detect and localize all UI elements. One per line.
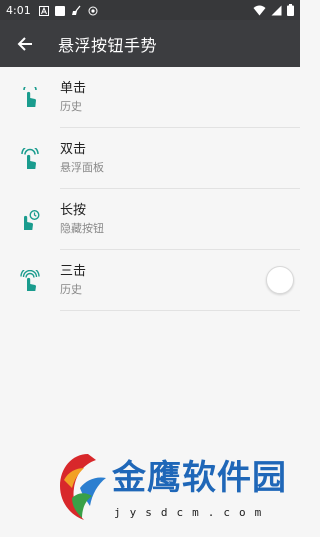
gesture-action: 隐藏按钮 <box>60 222 104 235</box>
gesture-action: 历史 <box>60 100 82 113</box>
status-time: 4:01 <box>6 3 31 17</box>
gesture-title: 双击 <box>60 142 87 157</box>
divider <box>60 310 300 311</box>
gesture-item-single-tap[interactable]: 单击 历史 <box>0 67 300 128</box>
back-arrow-icon[interactable] <box>12 31 38 57</box>
long-press-icon <box>18 208 42 232</box>
wifi-icon <box>253 1 266 20</box>
gesture-item-double-tap[interactable]: 双击 悬浮面板 <box>0 128 300 189</box>
floating-toggle-circle[interactable] <box>266 266 294 294</box>
gesture-item-triple-tap[interactable]: 三击 历史 <box>0 250 300 311</box>
broom-icon <box>71 1 82 20</box>
notification-a-icon <box>38 1 49 20</box>
battery-icon <box>287 1 294 20</box>
eagle-logo-icon <box>50 440 110 533</box>
page-title: 悬浮按钮手势 <box>58 35 158 55</box>
toolbar: 悬浮按钮手势 <box>0 20 300 67</box>
triple-tap-icon <box>18 269 42 293</box>
signal-icon <box>271 1 282 20</box>
gesture-title: 单击 <box>60 81 87 96</box>
gesture-list: 单击 历史 双击 悬浮面板 长按 隐藏按钮 三击 历史 <box>0 67 300 311</box>
notification-square-icon <box>54 1 65 20</box>
single-tap-icon <box>18 86 42 110</box>
gesture-action: 历史 <box>60 283 82 296</box>
watermark: 金鹰软件园 jysdcm.com <box>50 440 300 533</box>
gesture-title: 三击 <box>60 264 87 279</box>
gesture-action: 悬浮面板 <box>60 161 104 174</box>
sync-icon <box>88 1 98 20</box>
gesture-title: 长按 <box>60 203 87 218</box>
watermark-url: jysdcm.com <box>114 506 271 519</box>
gesture-item-long-press[interactable]: 长按 隐藏按钮 <box>0 189 300 250</box>
double-tap-icon <box>18 147 42 171</box>
watermark-name: 金鹰软件园 <box>112 458 287 498</box>
status-bar: 4:01 <box>0 0 300 20</box>
